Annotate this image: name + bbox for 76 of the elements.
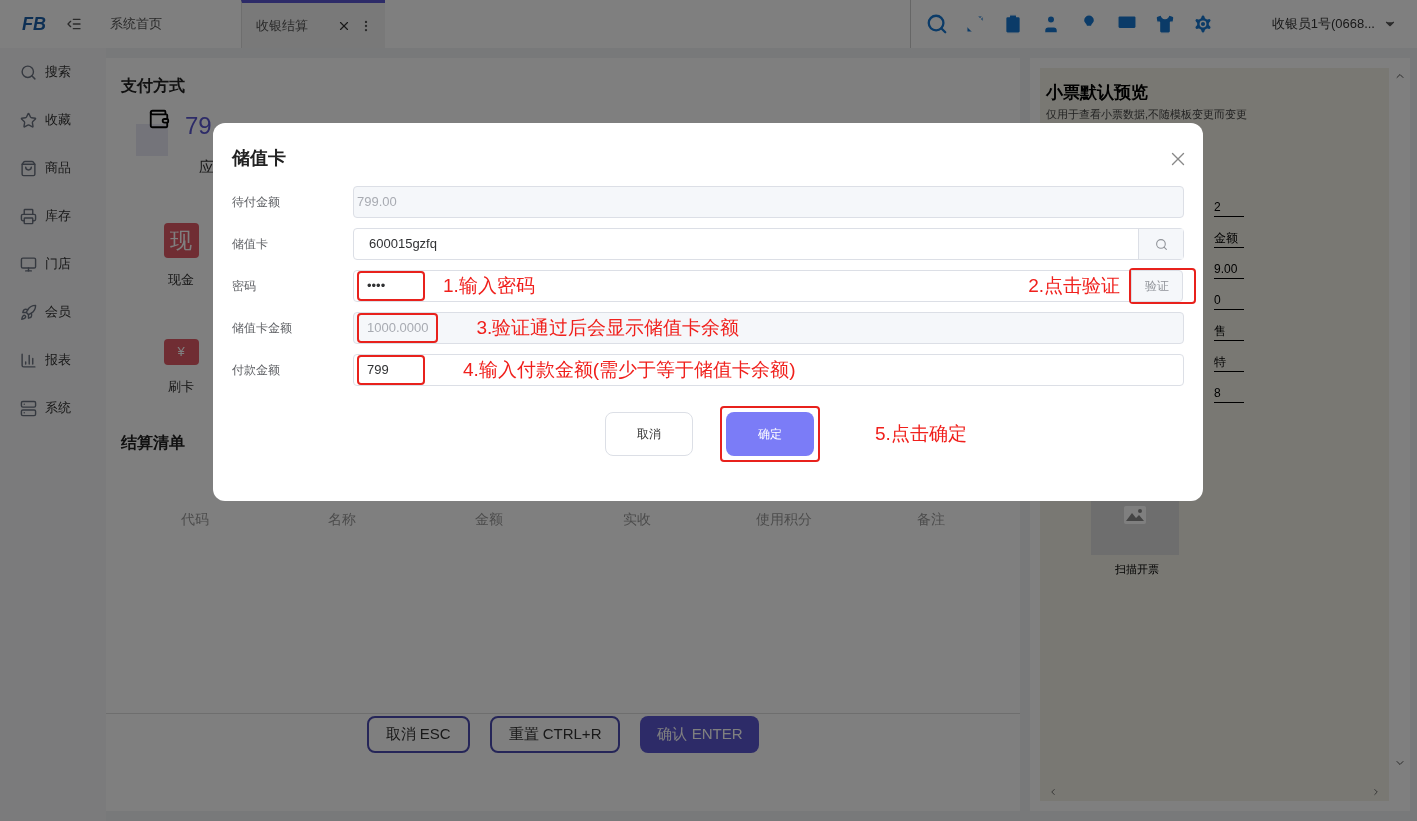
menu-icon[interactable]	[66, 16, 82, 32]
annotation-text: 5.点击确定	[875, 422, 967, 444]
receipt-text: 8	[1214, 384, 1244, 403]
sidebar-item[interactable]: 会员	[0, 300, 106, 324]
tab[interactable]: 收银结算	[241, 0, 385, 48]
field-value: ••••	[367, 277, 386, 296]
input-field[interactable]: 600015gzfq	[353, 228, 1184, 260]
image-placeholder	[136, 124, 168, 156]
rocket-icon	[20, 303, 37, 321]
field-value: 600015gzfq	[369, 235, 438, 254]
verify-button[interactable]: 验证	[1131, 270, 1183, 302]
receipt-text: 售	[1214, 322, 1244, 341]
scan-label: 扫描开票	[1115, 562, 1160, 577]
field-label: 付款金额	[231, 362, 281, 379]
receipt-text: 0	[1214, 291, 1244, 310]
bar-chart-icon	[20, 351, 37, 369]
sidebar-item[interactable]: 商品	[0, 156, 106, 180]
tab-label: 系统首页	[110, 15, 163, 34]
receipt-text: 9.00	[1214, 260, 1244, 279]
printer-icon	[20, 207, 37, 225]
method-label: 现金	[168, 270, 194, 289]
action-button[interactable]: 确认 ENTER	[640, 716, 760, 753]
cash-icon: 现	[163, 222, 199, 258]
tab[interactable]: 系统首页	[110, 0, 241, 48]
ticket-icon: ¥	[163, 339, 199, 365]
receipt-subtitle: 仅用于查看小票数据,不随模板变更而变更	[1046, 106, 1249, 122]
dialog-title: 储值卡	[232, 147, 286, 170]
sidebar-item[interactable]: 系统	[0, 396, 106, 420]
action-button[interactable]: 取消 ESC	[366, 716, 470, 753]
search-icon[interactable]	[925, 13, 948, 35]
action-button[interactable]: 重置 CTRL+R	[489, 716, 621, 753]
section-title: 结算清单	[121, 432, 185, 453]
amount: 79	[185, 111, 212, 141]
scroll-left-icon[interactable]	[1048, 787, 1058, 797]
sidebar-item[interactable]: 收藏	[0, 108, 106, 132]
sidebar-item[interactable]: 门店	[0, 252, 106, 276]
receipt-text: 2	[1214, 198, 1244, 217]
annotation-text: 4.输入付款金额(需少于等于储值卡余额)	[463, 358, 796, 380]
receipt-title: 小票默认预览	[1046, 82, 1149, 104]
receipt-text: 特	[1214, 353, 1244, 372]
tab-label: 收银结算	[256, 16, 309, 35]
receipt-text: 金额	[1214, 229, 1244, 248]
method-label: 刷卡	[168, 378, 194, 396]
section-title: 支付方式	[121, 76, 186, 96]
input-field[interactable]: 799 4.输入付款金额(需少于等于储值卡余额)	[353, 354, 1184, 386]
logo: FB	[21, 12, 47, 36]
sidebar-item[interactable]: 搜索	[0, 60, 106, 84]
sidebar-item[interactable]: 报表	[0, 348, 106, 372]
search-icon	[20, 63, 37, 81]
user-name[interactable]: 收银员1号(0668...	[1271, 14, 1375, 34]
image-icon	[1124, 506, 1146, 524]
scroll-right-icon[interactable]	[1371, 787, 1381, 797]
shirt-icon[interactable]	[1153, 13, 1176, 35]
search-button[interactable]	[1138, 229, 1183, 259]
cancel-button[interactable]: 取消	[605, 412, 693, 456]
field-value: 1000.0000	[367, 319, 429, 338]
field-value: 799.00	[357, 193, 397, 212]
field-label: 待付金额	[231, 194, 281, 211]
annotation-text: 3.验证通过后会显示储值卡余额	[476, 316, 740, 338]
search-icon	[1154, 237, 1168, 251]
field-value: 799	[367, 361, 389, 380]
bag-icon	[20, 159, 37, 177]
sidebar-item[interactable]: 库存	[0, 204, 106, 228]
input-field[interactable]: •••• 1.输入密码 2.点击验证	[353, 270, 1131, 302]
payment-method[interactable]: 现 现金	[163, 222, 199, 289]
amount-label: 应	[199, 157, 214, 177]
field-label: 储值卡	[231, 236, 269, 253]
server-icon	[20, 399, 37, 417]
annotation-text: 1.输入密码	[443, 274, 535, 296]
annotation-text: 2.点击验证	[1028, 273, 1120, 298]
wallet-icon	[148, 108, 170, 130]
confirm-button[interactable]: 确定	[726, 412, 814, 456]
field-label: 密码	[231, 278, 257, 295]
star-icon	[20, 111, 37, 129]
field-label: 储值卡金额	[231, 320, 293, 337]
payment-method[interactable]: ¥ 刷卡	[163, 339, 199, 397]
